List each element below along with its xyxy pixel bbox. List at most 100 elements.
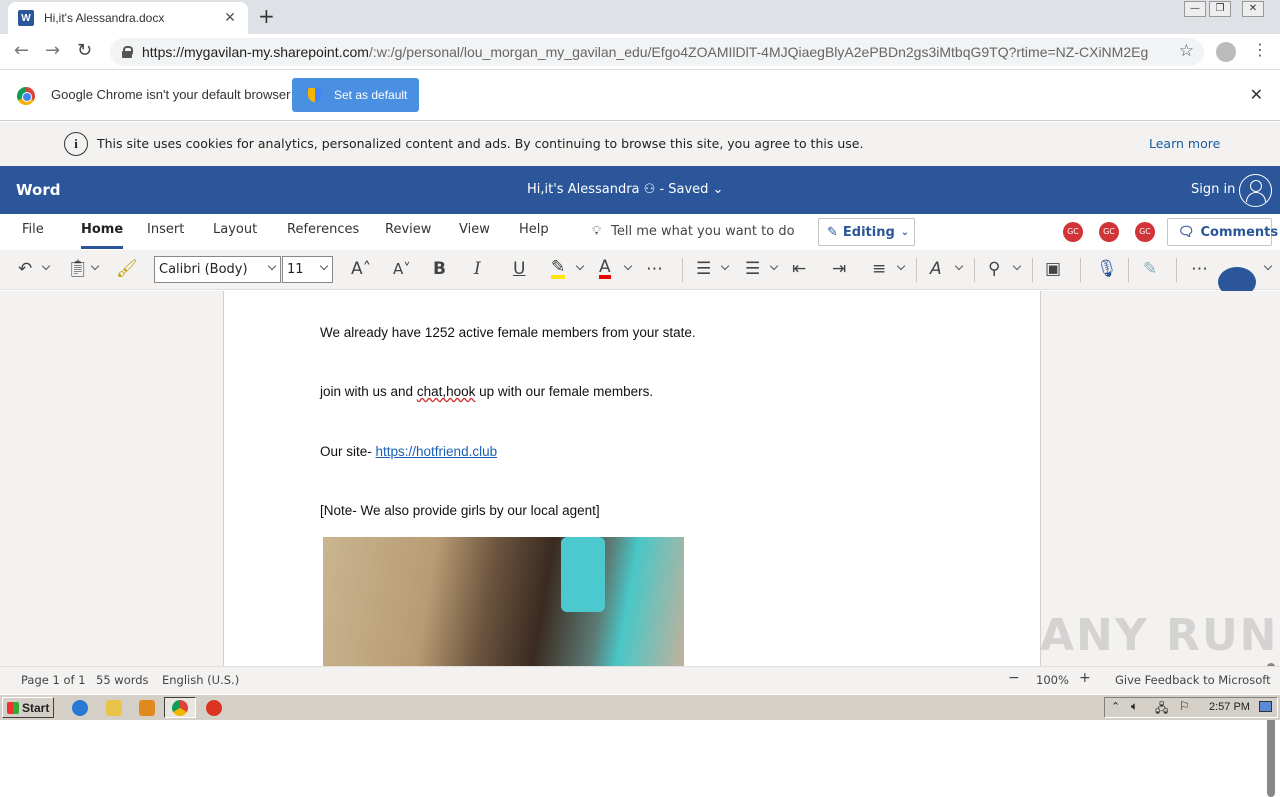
info-icon: i	[64, 132, 88, 156]
editing-mode-button[interactable]: ✎ Editing ⌄	[818, 218, 915, 246]
comments-button[interactable]: 🗨︎ Comments	[1167, 218, 1278, 246]
close-tab-icon[interactable]: ✕	[222, 10, 238, 26]
tab-review[interactable]: Review	[385, 222, 431, 237]
embedded-photo[interactable]	[323, 537, 684, 666]
learn-more-link[interactable]: Learn more	[1149, 136, 1220, 151]
font-name-select[interactable]: Calibri (Body)	[154, 256, 281, 283]
zoom-in-icon[interactable]: +	[1079, 670, 1091, 686]
tab-insert[interactable]: Insert	[147, 222, 184, 237]
tab-home[interactable]: Home	[81, 222, 124, 249]
cookie-message: This site uses cookies for analytics, pe…	[97, 136, 864, 151]
close-window-button[interactable]: ✕	[1242, 1, 1264, 17]
tray-expand-icon[interactable]: ⌃	[1111, 700, 1120, 713]
find-icon[interactable]: ⚲	[988, 259, 1000, 279]
document-title-status[interactable]: Hi,it's Alessandra ⚇ - Saved ⌄	[527, 182, 723, 197]
chevron-down-icon[interactable]	[623, 261, 633, 271]
font-size-select[interactable]: 11	[282, 256, 333, 283]
chevron-down-icon[interactable]	[41, 261, 51, 271]
underline-icon[interactable]: U	[513, 259, 525, 279]
forward-arrow-icon[interactable]: →	[45, 42, 60, 60]
more-options-icon[interactable]: ⋯	[1191, 259, 1208, 279]
tab-file[interactable]: File	[22, 222, 44, 237]
document-page[interactable]: We already have 1252 active female membe…	[223, 291, 1041, 666]
dictate-microphone-icon[interactable]: 🎙︎	[1096, 259, 1118, 279]
volume-icon[interactable]: 🔈︎	[1131, 699, 1138, 714]
set-as-default-button[interactable]: Set as default	[292, 78, 419, 112]
chevron-down-icon[interactable]	[575, 261, 585, 271]
tab-title: Hi,it's Alessandra.docx	[44, 11, 165, 25]
chevron-down-icon: ⌄	[900, 226, 910, 238]
more-font-options-icon[interactable]: ⋯	[646, 259, 663, 279]
reload-icon[interactable]: ↻	[77, 42, 92, 60]
minimize-window-button[interactable]: —	[1184, 1, 1206, 17]
coauthor-avatar[interactable]: GC	[1135, 222, 1155, 242]
tab-help[interactable]: Help	[519, 222, 549, 237]
increase-indent-icon[interactable]: ⇥	[832, 259, 846, 279]
url-text: https://mygavilan-my.sharepoint.com/:w:/…	[142, 44, 1204, 60]
chrome-menu-icon[interactable]: ⋮	[1252, 40, 1268, 59]
grow-font-icon[interactable]: A˄	[351, 259, 371, 279]
tab-layout[interactable]: Layout	[213, 222, 257, 237]
address-bar-row: ← → ↻ https://mygavilan-my.sharepoint.co…	[0, 34, 1280, 70]
font-color-icon[interactable]: A	[599, 259, 611, 279]
shield-icon	[308, 88, 322, 102]
divider	[1176, 258, 1177, 282]
tab-references[interactable]: References	[287, 222, 359, 237]
media-player-icon[interactable]	[139, 700, 155, 716]
chevron-down-icon[interactable]	[720, 261, 730, 271]
chevron-down-icon[interactable]	[1012, 261, 1022, 271]
profile-avatar-icon[interactable]	[1216, 42, 1236, 62]
show-desktop-icon[interactable]	[1259, 701, 1272, 712]
sign-in-link[interactable]: Sign in	[1191, 182, 1235, 197]
give-feedback-link[interactable]: Give Feedback to Microsoft	[1115, 673, 1271, 687]
site-link[interactable]: https://hotfriend.club	[376, 444, 498, 459]
browser-tab[interactable]: W Hi,it's Alessandra.docx ✕	[8, 2, 248, 34]
undo-icon[interactable]: ↶	[18, 259, 32, 279]
chevron-down-icon[interactable]	[896, 261, 906, 271]
new-tab-button[interactable]: +	[258, 6, 275, 26]
coauthor-avatar[interactable]: GC	[1063, 222, 1083, 242]
align-icon[interactable]: ≡	[872, 259, 886, 279]
close-infobar-icon[interactable]: ✕	[1250, 85, 1263, 104]
internet-explorer-icon[interactable]	[72, 700, 88, 716]
highlight-icon[interactable]: ✎	[551, 259, 566, 279]
bullets-icon[interactable]: ☰	[696, 259, 711, 279]
url-input[interactable]: https://mygavilan-my.sharepoint.com/:w:/…	[110, 38, 1204, 66]
url-path: /:w:/g/personal/lou_morgan_my_gavilan_ed…	[368, 44, 1149, 60]
start-button[interactable]: Start	[2, 697, 54, 718]
coauthor-avatar[interactable]: GC	[1099, 222, 1119, 242]
italic-icon[interactable]: I	[474, 259, 481, 279]
bookmark-star-icon[interactable]: ☆	[1179, 41, 1194, 61]
chevron-down-icon[interactable]	[90, 261, 100, 271]
numbering-icon[interactable]: ☰	[745, 259, 760, 279]
status-bar: Page 1 of 1 55 words English (U.S.) − 10…	[0, 666, 1280, 694]
tab-view[interactable]: View	[459, 222, 490, 237]
chevron-down-icon[interactable]	[1263, 261, 1273, 271]
doc-text: Our site-	[320, 444, 376, 459]
chrome-taskbar-button[interactable]	[164, 697, 196, 718]
chevron-down-icon[interactable]	[954, 261, 964, 271]
chevron-down-icon[interactable]	[769, 261, 779, 271]
folder-icon[interactable]	[106, 700, 122, 716]
editor-icon[interactable]: ✎	[1143, 259, 1157, 279]
network-icon[interactable]: 🖧︎	[1155, 699, 1168, 720]
shrink-font-icon[interactable]: A˅	[393, 259, 411, 279]
tell-me-search[interactable]: 💡︎ Tell me what you want to do	[592, 224, 795, 239]
back-arrow-icon[interactable]: ←	[14, 42, 29, 60]
word-doc-icon: W	[18, 10, 34, 26]
zoom-out-icon[interactable]: −	[1008, 670, 1020, 686]
zoom-level[interactable]: 100%	[1036, 673, 1069, 687]
language-indicator[interactable]: English (U.S.)	[162, 673, 239, 687]
system-tray: ⌃ 🔈︎ 🖧︎ ⚐ 2:57 PM	[1104, 697, 1278, 718]
decrease-indent-icon[interactable]: ⇤	[792, 259, 806, 279]
immersive-reader-icon[interactable]: ▣	[1045, 259, 1061, 279]
styles-icon[interactable]: A	[930, 259, 942, 279]
flag-icon[interactable]: ⚐	[1179, 699, 1190, 713]
spelling-error-text[interactable]: chat,hook	[417, 384, 476, 399]
bold-icon[interactable]: B	[433, 259, 446, 279]
user-account-icon[interactable]	[1239, 174, 1272, 207]
paste-icon[interactable]: 📋︎	[67, 259, 89, 279]
format-painter-icon[interactable]: 🖌︎	[116, 259, 138, 279]
warning-app-icon[interactable]	[206, 700, 222, 716]
restore-window-button[interactable]: ❐	[1209, 1, 1231, 17]
